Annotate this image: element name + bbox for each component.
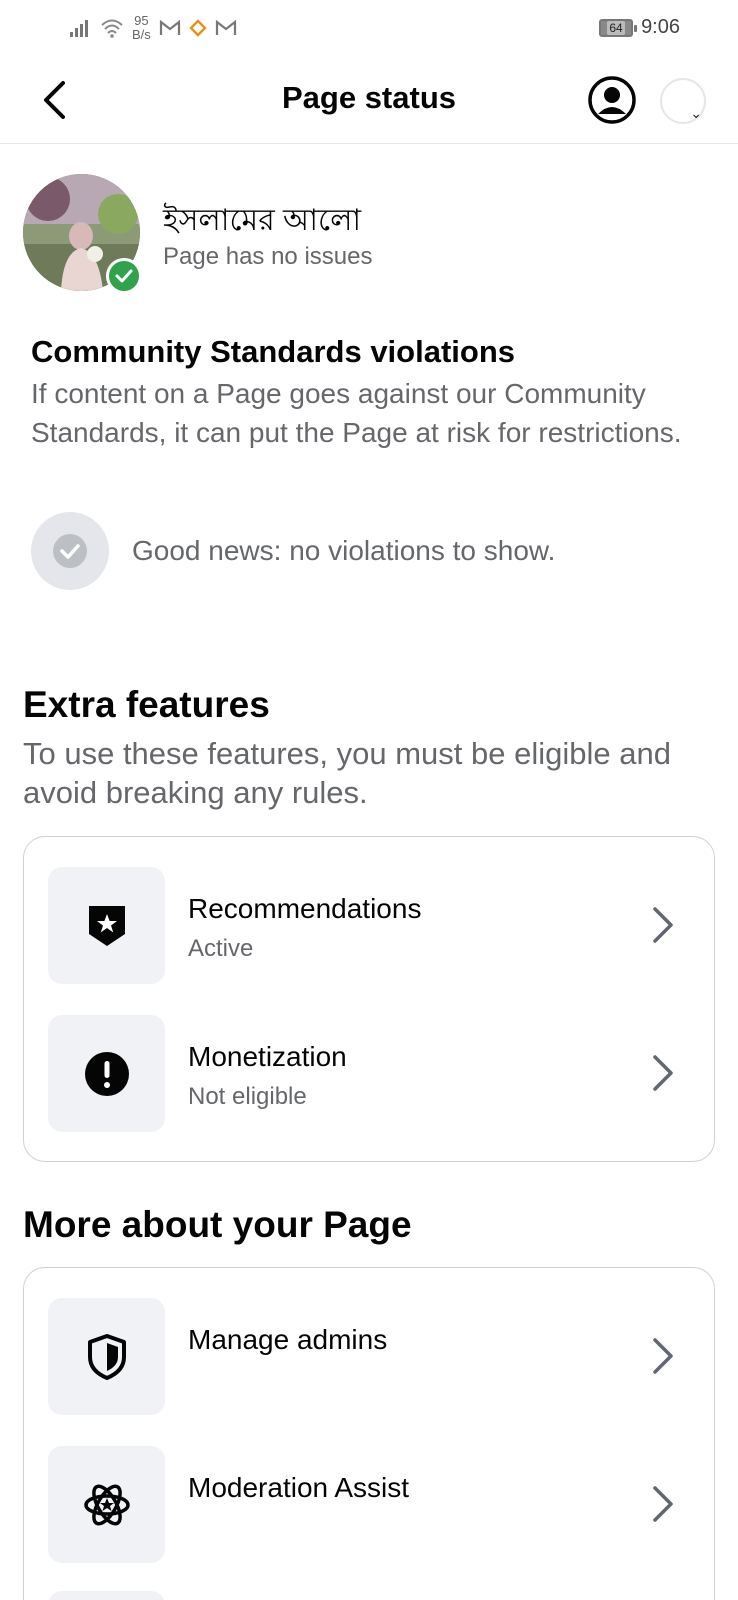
- monetization-status: Not eligible: [188, 1083, 307, 1110]
- gmail-icon-2: [215, 19, 236, 35]
- recommendations-status: Active: [188, 935, 254, 962]
- alert-circle-icon: [48, 1015, 165, 1132]
- manage-admins-row[interactable]: Manage admins: [48, 1298, 692, 1416]
- monetization-row[interactable]: Monetization Not eligible: [48, 1015, 692, 1133]
- moderation-assist-label: Moderation Assist: [188, 1472, 409, 1503]
- wifi-icon: [101, 19, 123, 38]
- battery-icon: 64: [599, 18, 638, 37]
- manage-admins-label: Manage admins: [188, 1324, 388, 1355]
- status-bar: 95 B/s 64 9:06: [0, 0, 738, 58]
- page-name: ইসলামের আলো: [163, 204, 362, 237]
- moderation-assist-row[interactable]: Moderation Assist: [48, 1446, 692, 1564]
- community-standards-description: If content on a Page goes against our Co…: [31, 378, 682, 448]
- profile-icon: [588, 76, 636, 124]
- top-app-bar: Page status ⌄: [0, 58, 738, 144]
- recommendations-badge-icon: [48, 867, 165, 984]
- moderation-atom-icon: [48, 1446, 165, 1563]
- monetization-label: Monetization: [188, 1041, 347, 1072]
- gmail-icon: [159, 19, 180, 35]
- chevron-right-icon: [648, 1053, 678, 1093]
- checkmark-icon: [31, 512, 109, 590]
- extra-features-title: Extra features: [23, 684, 270, 725]
- speed-value: 95: [134, 13, 149, 28]
- chevron-right-icon: [648, 1336, 678, 1376]
- extra-features-card: Recommendations Active Monetization Not …: [23, 836, 715, 1162]
- app-notification-icon: [189, 19, 207, 37]
- community-standards-title: Community Standards violations: [31, 334, 516, 369]
- chevron-down-icon: ⌄: [690, 105, 702, 121]
- status-right: 64 9:06: [599, 16, 680, 39]
- status-left: 95 B/s: [70, 14, 237, 42]
- recommendations-row[interactable]: Recommendations Active: [48, 867, 692, 985]
- clock: 9:06: [641, 16, 680, 38]
- account-switcher-button[interactable]: ⌄: [660, 78, 706, 124]
- no-violations-message: Good news: no violations to show.: [132, 535, 556, 566]
- recommendations-label: Recommendations: [188, 893, 422, 924]
- speed-unit: B/s: [132, 27, 151, 42]
- shield-icon: [48, 1298, 165, 1415]
- chevron-right-icon: [648, 905, 678, 945]
- network-speed: 95 B/s: [132, 14, 151, 42]
- profile-button[interactable]: [588, 76, 636, 124]
- extra-features-description: To use these features, you must be eligi…: [23, 736, 671, 810]
- page-status-text: Page has no issues: [163, 243, 373, 270]
- battery-level: 64: [607, 20, 625, 35]
- chevron-right-icon: [648, 1484, 678, 1524]
- signal-icon: [70, 20, 88, 37]
- next-row-icon-partial: [48, 1591, 165, 1600]
- more-about-card: Manage admins Moderation Assist: [23, 1267, 715, 1600]
- verified-check-icon: [106, 258, 142, 294]
- more-about-title: More about your Page: [23, 1204, 412, 1245]
